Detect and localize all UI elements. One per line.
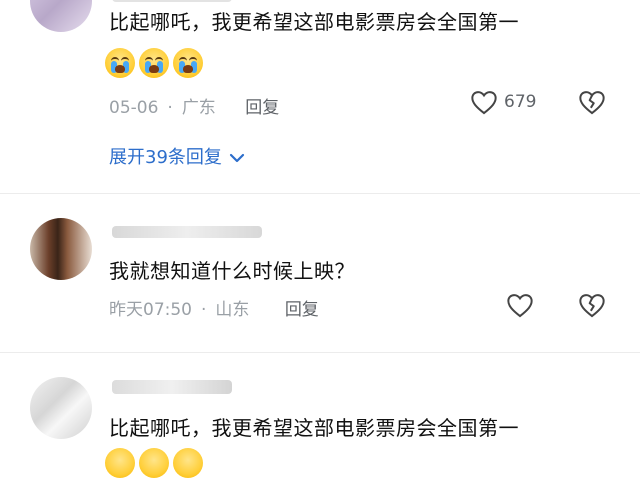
like-button[interactable] xyxy=(506,292,534,322)
emoji-row xyxy=(105,48,207,82)
username[interactable] xyxy=(112,380,232,394)
separator: · xyxy=(167,98,173,118)
username[interactable] xyxy=(112,226,262,238)
divider xyxy=(0,352,640,353)
dislike-button[interactable] xyxy=(578,292,606,322)
crying-emoji-icon xyxy=(139,48,169,78)
reply-button[interactable]: 回复 xyxy=(245,98,279,118)
avatar[interactable] xyxy=(30,0,92,32)
comment-location: 山东 xyxy=(215,300,250,320)
expand-replies-label: 展开39条回复 xyxy=(109,147,222,168)
comment-date: 昨天07:50 xyxy=(109,300,192,320)
emoji-row xyxy=(105,448,207,482)
comment-location: 广东 xyxy=(181,98,216,118)
reply-button[interactable]: 回复 xyxy=(285,300,319,320)
avatar[interactable] xyxy=(30,218,92,280)
avatar[interactable] xyxy=(30,377,92,439)
crying-emoji-icon xyxy=(173,448,203,478)
comment-date: 05-06 xyxy=(109,98,159,118)
crying-emoji-icon xyxy=(105,48,135,78)
broken-heart-icon xyxy=(579,91,605,115)
like-count: 679 xyxy=(504,92,537,112)
divider xyxy=(0,193,640,194)
separator: · xyxy=(201,300,207,320)
like-button[interactable]: 679 xyxy=(470,89,536,115)
broken-heart-icon xyxy=(579,294,605,318)
comment-text: 比起哪吒，我更希望这部电影票房会全国第一 xyxy=(109,416,519,440)
comment-text: 我就想知道什么时候上映？ xyxy=(109,259,355,283)
crying-emoji-icon xyxy=(173,48,203,78)
chevron-down-icon xyxy=(229,153,244,163)
crying-emoji-icon xyxy=(105,448,135,478)
comment-text: 比起哪吒，我更希望这部电影票房会全国第一 xyxy=(109,10,519,34)
dislike-button[interactable] xyxy=(578,89,606,119)
comment-meta: 05-06 · 广东 回复 xyxy=(109,93,279,118)
expand-replies-link[interactable]: 展开39条回复 xyxy=(109,143,246,169)
heart-outline-icon xyxy=(471,91,497,115)
username[interactable] xyxy=(112,0,232,2)
comment-meta: 昨天07:50 · 山东 回复 xyxy=(109,295,319,320)
crying-emoji-icon xyxy=(139,448,169,478)
heart-outline-icon xyxy=(507,294,533,318)
